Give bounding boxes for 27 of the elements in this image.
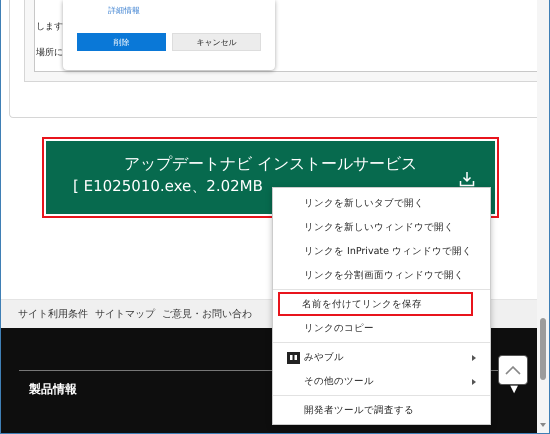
menu-item[interactable]: 名前を付けてリンクを保存 <box>278 292 473 316</box>
document-text: 場所に <box>36 46 64 59</box>
menu-item[interactable]: リンクのコピー <box>273 316 472 340</box>
footer-heading: 製品情報 <box>29 381 77 398</box>
details-link[interactable]: 詳細情報 <box>108 5 261 16</box>
dialog-button[interactable]: キャンセル <box>172 33 261 51</box>
scrollbar[interactable] <box>537 0 549 433</box>
menu-item[interactable]: リンクを新しいタブで開く <box>273 191 472 215</box>
menu-item[interactable]: その他のツール <box>273 369 472 393</box>
app-icon <box>287 352 300 364</box>
menu-item[interactable]: リンクを InPrivate ウィンドウで開く <box>273 239 472 263</box>
dialog-button[interactable]: 削除 <box>77 33 166 51</box>
footer-link[interactable]: サイト利用条件 <box>18 307 88 321</box>
expand-toggle[interactable]: ▼ <box>510 384 518 395</box>
download-title: アップデートナビ インストールサービス <box>124 153 418 175</box>
footer-link[interactable]: サイトマップ <box>95 307 155 321</box>
menu-item[interactable]: みやブル <box>273 345 472 369</box>
scroll-to-top-button[interactable] <box>498 355 528 385</box>
document-text: します <box>36 21 64 33</box>
menu-item[interactable]: 開発者ツールで調査する <box>273 398 472 422</box>
footer-link[interactable]: ご意見・お問い合わ <box>162 307 252 321</box>
submenu-arrow-icon <box>472 379 476 385</box>
chevron-up-icon <box>505 365 521 375</box>
submenu-arrow-icon <box>472 355 476 361</box>
menu-item[interactable]: リンクを新しいウィンドウで開く <box>273 215 472 239</box>
menu-item[interactable]: リンクを分割画面ウィンドウで開く <box>273 263 472 287</box>
file-info: [ E1025010.exe、2.02MB <box>73 176 263 197</box>
